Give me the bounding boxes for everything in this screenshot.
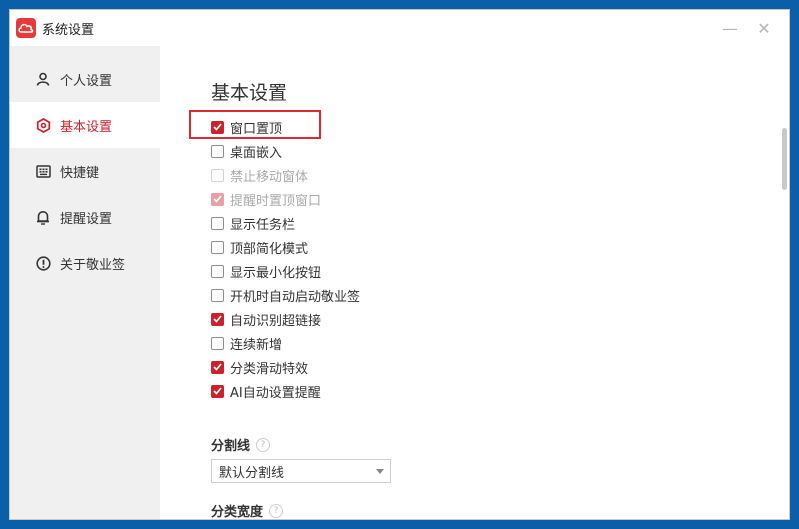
sidebar-item-reminders[interactable]: 提醒设置 <box>10 194 160 240</box>
option-label: 开机时自动启动敬业签 <box>230 289 361 305</box>
scrollbar[interactable] <box>782 128 787 190</box>
sidebar-item-label: 提醒设置 <box>60 211 113 227</box>
option-label: 显示任务栏 <box>230 217 296 233</box>
app-logo-icon <box>16 18 36 38</box>
title-bar[interactable]: 系统设置 — ✕ <box>10 10 789 47</box>
settings-content: 基本设置 窗口置顶 桌面嵌入 禁止移动窗体 提醒时置顶窗口 显示任务栏 顶部简化… <box>160 46 789 519</box>
divider-label: 分割线 ? <box>211 435 271 454</box>
info-icon <box>35 255 51 271</box>
option-label: 桌面嵌入 <box>230 145 283 161</box>
option-slide-effect[interactable]: 分类滑动特效 <box>211 358 309 377</box>
checkbox[interactable] <box>211 264 224 278</box>
checkbox[interactable] <box>211 216 224 230</box>
option-label: 自动识别超链接 <box>230 313 322 329</box>
checkbox[interactable] <box>211 144 224 158</box>
option-lock-window: 禁止移动窗体 <box>211 166 309 185</box>
option-label: 连续新增 <box>230 337 283 353</box>
sidebar-item-label: 基本设置 <box>60 119 113 135</box>
checkbox[interactable] <box>211 120 224 134</box>
option-desktop-embed[interactable]: 桌面嵌入 <box>211 142 283 161</box>
divider-select[interactable]: 默认分割线 <box>211 459 391 483</box>
sidebar-item-personal[interactable]: 个人设置 <box>10 56 160 102</box>
keyboard-icon <box>35 163 51 179</box>
help-icon[interactable]: ? <box>269 503 284 518</box>
close-button[interactable]: ✕ <box>751 16 777 40</box>
settings-hex-icon <box>35 117 51 133</box>
checkbox[interactable] <box>211 240 224 254</box>
page-title: 基本设置 <box>211 82 288 104</box>
sidebar-item-label: 快捷键 <box>60 165 100 181</box>
option-show-minimize[interactable]: 显示最小化按钮 <box>211 262 322 281</box>
option-pin-on-reminder: 提醒时置顶窗口 <box>211 190 322 209</box>
checkbox[interactable] <box>211 384 224 398</box>
sidebar: 个人设置 基本设置 快捷键 提醒设置 关于敬业签 <box>10 46 160 519</box>
option-label: 禁止移动窗体 <box>230 169 309 185</box>
option-pin-window[interactable]: 窗口置顶 <box>211 118 283 137</box>
option-detect-links[interactable]: 自动识别超链接 <box>211 310 322 329</box>
option-label: AI自动设置提醒 <box>230 385 321 401</box>
divider-label-text: 分割线 <box>211 439 251 454</box>
sidebar-item-shortcuts[interactable]: 快捷键 <box>10 148 160 194</box>
category-width-label-text: 分类宽度 <box>211 505 264 520</box>
sidebar-item-label: 关于敬业签 <box>60 257 126 273</box>
divider-select-value: 默认分割线 <box>219 465 285 481</box>
category-width-label: 分类宽度 ? <box>211 501 284 520</box>
option-continuous-add[interactable]: 连续新增 <box>211 334 283 353</box>
sidebar-item-about[interactable]: 关于敬业签 <box>10 240 160 286</box>
checkbox[interactable] <box>211 288 224 302</box>
option-simple-top[interactable]: 顶部简化模式 <box>211 238 309 257</box>
checkbox[interactable] <box>211 312 224 326</box>
option-show-taskbar[interactable]: 显示任务栏 <box>211 214 296 233</box>
window-title: 系统设置 <box>42 23 95 38</box>
sidebar-item-label: 个人设置 <box>60 73 113 89</box>
checkbox[interactable] <box>211 336 224 350</box>
option-label: 提醒时置顶窗口 <box>230 193 322 209</box>
option-label: 窗口置顶 <box>230 121 283 137</box>
sidebar-item-basic[interactable]: 基本设置 <box>10 102 160 148</box>
help-icon[interactable]: ? <box>256 437 271 452</box>
settings-window: 系统设置 — ✕ 个人设置 基本设置 快捷键 提醒设置 关于敬业签 基本设置 窗… <box>9 9 790 520</box>
minimize-button[interactable]: — <box>717 16 743 40</box>
chevron-down-icon <box>376 469 384 474</box>
checkbox <box>211 168 224 182</box>
checkbox <box>211 192 224 206</box>
option-label: 顶部简化模式 <box>230 241 309 257</box>
user-icon <box>35 71 51 87</box>
bell-icon <box>35 209 51 225</box>
option-ai-reminder[interactable]: AI自动设置提醒 <box>211 382 321 401</box>
checkbox[interactable] <box>211 360 224 374</box>
option-label: 分类滑动特效 <box>230 361 309 377</box>
option-label: 显示最小化按钮 <box>230 265 322 281</box>
option-autostart[interactable]: 开机时自动启动敬业签 <box>211 286 361 305</box>
